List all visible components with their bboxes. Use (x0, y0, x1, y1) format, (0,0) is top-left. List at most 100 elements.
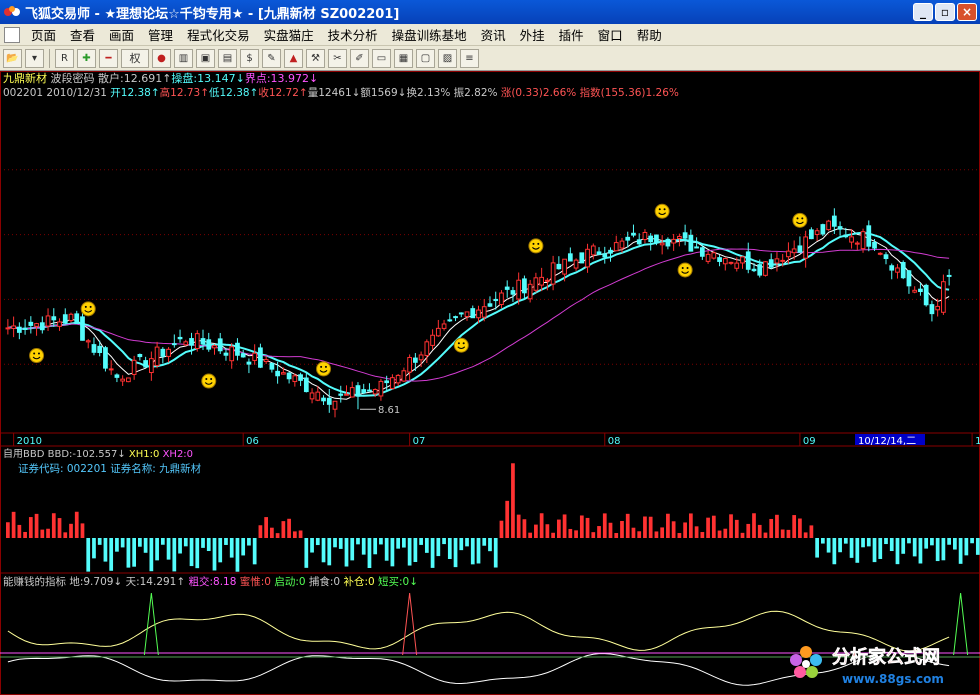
menu-program-trade[interactable]: 程式化交易 (180, 25, 257, 44)
bbd-bar (298, 530, 303, 538)
smiley-icon (201, 373, 217, 389)
bbd-bar (63, 532, 68, 538)
grid-icon[interactable]: ▦ (394, 48, 413, 68)
circles-icon[interactable]: ● (152, 48, 171, 68)
dollar-icon[interactable]: $ (240, 48, 259, 68)
smiley-eye (37, 352, 40, 355)
smiley-face (316, 361, 332, 377)
candle (154, 346, 160, 366)
menu-plugin-ext[interactable]: 外挂 (513, 25, 552, 44)
bbd-bar (436, 538, 441, 557)
candle (11, 325, 16, 330)
document-icon[interactable] (4, 26, 20, 43)
candle (298, 374, 303, 381)
bbd-bar (528, 532, 533, 538)
candle (34, 323, 39, 327)
bbd-bar (6, 522, 10, 538)
candle (768, 259, 774, 268)
bbd-bar (820, 538, 825, 544)
menu-info[interactable]: 资讯 (474, 25, 513, 44)
bbd-bar (138, 538, 142, 547)
candle (608, 249, 613, 254)
menu-real-trade[interactable]: 实盘猫庄 (257, 25, 321, 44)
smiley-face (528, 238, 544, 254)
candle (631, 232, 636, 236)
close-button[interactable]: × (957, 3, 977, 21)
minimize-button[interactable]: _ (913, 3, 933, 21)
open-icon[interactable]: 📂 (3, 48, 22, 68)
menu-help[interactable]: 帮助 (630, 25, 669, 44)
chart-area[interactable]: 17.388.61 201006070809101210/12/14,二 自用B… (0, 71, 980, 695)
candle (326, 397, 332, 405)
bars-icon[interactable]: ▥ (174, 48, 193, 68)
bbd-bar (625, 513, 630, 538)
bbd-bar (270, 527, 274, 538)
bbd-bar (120, 538, 125, 548)
rsi-icon[interactable]: R (55, 48, 74, 68)
bbd-bar (333, 538, 337, 548)
bbd-bar (872, 538, 877, 563)
bbd-bar (941, 538, 946, 561)
candle (786, 250, 791, 258)
bbd-bar (11, 511, 16, 538)
candle (550, 262, 556, 285)
candle (912, 289, 918, 293)
bbd-bar (769, 518, 774, 538)
bbd-bar (545, 524, 550, 538)
book-icon[interactable]: ▤ (218, 48, 237, 68)
menu-page[interactable]: 页面 (24, 25, 63, 44)
candle (648, 235, 654, 243)
candle (200, 338, 206, 345)
menu-plugins[interactable]: 插件 (552, 25, 591, 44)
header-field: 低12.38↑ (209, 86, 258, 99)
indicator-field: 能赚钱的指标 地:9.709↓ (3, 575, 126, 588)
minus-icon[interactable]: ━ (99, 48, 118, 68)
note-icon[interactable]: ▭ (372, 48, 391, 68)
draw-icon[interactable]: ✎ (262, 48, 281, 68)
bbd-bar (69, 523, 73, 538)
smiley-eye (84, 305, 87, 308)
candle (504, 286, 510, 290)
candle (935, 305, 941, 311)
candle (826, 220, 831, 231)
restore-button[interactable]: ▫ (935, 3, 955, 21)
alarm-icon[interactable]: ▲ (284, 48, 303, 68)
wrench-icon[interactable]: ✂ (328, 48, 347, 68)
candle (596, 251, 602, 256)
bbd-bar (562, 514, 567, 538)
candle (941, 281, 946, 313)
lines-icon[interactable]: ≡ (460, 48, 479, 68)
menu-training[interactable]: 操盘训练基地 (385, 25, 474, 44)
chart-icon[interactable]: ▨ (438, 48, 457, 68)
arrow-icon[interactable]: ▾ (25, 48, 44, 68)
annotation-label: 8.61 (378, 405, 400, 416)
crosshair-icon[interactable]: ✚ (77, 48, 96, 68)
menu-screen[interactable]: 画面 (102, 25, 141, 44)
menu-manage[interactable]: 管理 (141, 25, 180, 44)
candle (126, 377, 131, 383)
menu-tech-analysis[interactable]: 技术分析 (321, 25, 385, 44)
bbd-bar (798, 518, 802, 538)
bbd-bar (706, 517, 710, 538)
bbd-bar (155, 538, 159, 561)
header-field: 量12461↓额1569↓换2.13% 振2.82% (308, 86, 501, 99)
menu-view[interactable]: 查看 (63, 25, 102, 44)
menu-window[interactable]: 窗口 (591, 25, 630, 44)
quan-button[interactable]: 权 (121, 48, 149, 68)
candle (80, 316, 85, 341)
bbd-bar (338, 538, 343, 549)
box-icon[interactable]: ▣ (196, 48, 215, 68)
candle (85, 340, 91, 343)
bbd-bar (901, 538, 906, 554)
bbd-bar (321, 538, 326, 563)
xh2-value: XH2:0 (163, 449, 193, 460)
brush-icon[interactable]: ✐ (350, 48, 369, 68)
candle (16, 326, 22, 333)
bbd-bar (574, 530, 578, 538)
bbd-bar (488, 538, 492, 552)
hammer-icon[interactable]: ⚒ (306, 48, 325, 68)
bbd-bar (28, 517, 33, 538)
candle (895, 267, 900, 273)
bbd-bar (683, 522, 687, 538)
window-icon[interactable]: ▢ (416, 48, 435, 68)
